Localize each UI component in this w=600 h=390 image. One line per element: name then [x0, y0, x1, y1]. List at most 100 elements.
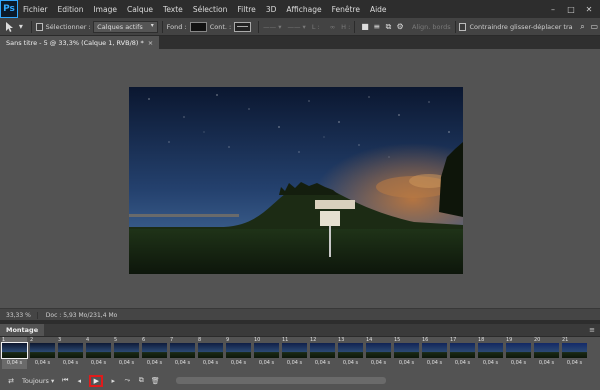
- frame-delay[interactable]: 0,04 s: [315, 360, 330, 366]
- menu-texte[interactable]: Texte: [158, 5, 188, 14]
- menu-calque[interactable]: Calque: [122, 5, 158, 14]
- auto-select-checkbox[interactable]: [35, 22, 43, 31]
- menu-aide[interactable]: Aide: [365, 5, 392, 14]
- timeline-frame[interactable]: 5 0,04 s: [114, 337, 139, 369]
- minimize-icon[interactable]: –: [546, 3, 560, 15]
- frame-delay[interactable]: 0,04 s: [539, 360, 554, 366]
- height-field[interactable]: H :: [341, 23, 350, 31]
- frame-delay[interactable]: 0,04 s: [427, 360, 442, 366]
- chevron-down-icon[interactable]: ▾: [15, 21, 27, 33]
- timeline-frame[interactable]: 2 0,04 s: [30, 337, 55, 369]
- frame-delay[interactable]: 0,04 s: [231, 360, 246, 366]
- document-tab-title: Sans titre - 5 @ 33,3% (Calque 1, RVB/8)…: [6, 38, 144, 47]
- timeline-panel-tab[interactable]: Montage: [0, 324, 45, 336]
- timeline-frame[interactable]: 6 0,04 s: [142, 337, 167, 369]
- frame-delay[interactable]: 0,04 s: [91, 360, 106, 366]
- frame-thumbnail: [254, 343, 279, 358]
- document-tab[interactable]: Sans titre - 5 @ 33,3% (Calque 1, RVB/8)…: [0, 36, 160, 49]
- timeline-frame[interactable]: 7 0,04 s: [170, 337, 195, 369]
- frame-delay[interactable]: 0,04 s: [371, 360, 386, 366]
- timeline-frame[interactable]: 4 0,04 s: [86, 337, 111, 369]
- stroke-width-field[interactable]: —— ▾: [263, 23, 281, 31]
- menu-selection[interactable]: Sélection: [188, 5, 233, 14]
- frame-delay[interactable]: 0,04 s: [147, 360, 162, 366]
- timeline-frame[interactable]: 3 0,04 s: [58, 337, 83, 369]
- frame-delay[interactable]: 0,04 s: [511, 360, 526, 366]
- timeline-frame[interactable]: 12 0,04 s: [310, 337, 335, 369]
- menu-fenetre[interactable]: Fenêtre: [327, 5, 365, 14]
- path-alignment-icon[interactable]: ≡: [371, 21, 383, 33]
- constrain-checkbox[interactable]: [459, 22, 467, 31]
- options-bar: ▾ Sélectionner : Calques actifs Fond : C…: [0, 18, 600, 36]
- zoom-level[interactable]: 33,33 %: [0, 311, 38, 319]
- canvas-area[interactable]: [0, 49, 600, 308]
- settings-gear-icon[interactable]: ⚙: [394, 21, 406, 33]
- frame-thumbnail: [506, 343, 531, 358]
- frame-delay[interactable]: 0,04 s: [287, 360, 302, 366]
- menu-image[interactable]: Image: [88, 5, 122, 14]
- timeline-frame[interactable]: 10 0,04 s: [254, 337, 279, 369]
- next-frame-icon[interactable]: ▸: [106, 374, 120, 388]
- frame-delay[interactable]: 0,04 s: [399, 360, 414, 366]
- duplicate-frame-icon[interactable]: ⧉: [134, 374, 148, 388]
- align-edges-option[interactable]: Align. bords: [412, 23, 451, 31]
- close-window-icon[interactable]: ✕: [582, 3, 596, 15]
- tween-icon[interactable]: ⤳: [120, 374, 134, 388]
- path-arrangement-icon[interactable]: ⧉: [383, 21, 395, 33]
- frame-delay[interactable]: 0,04 s: [175, 360, 190, 366]
- frame-delay[interactable]: 0,04 s: [259, 360, 274, 366]
- document-size-info[interactable]: Doc : 5,93 Mo/231,4 Mo: [38, 312, 118, 319]
- timeline-frame[interactable]: 1 0,04 s: [1, 337, 28, 369]
- fill-color-swatch[interactable]: [189, 21, 207, 32]
- first-frame-icon[interactable]: ⏮: [58, 374, 72, 388]
- convert-to-timeline-icon[interactable]: ⇄: [4, 374, 18, 388]
- move-tool-icon[interactable]: [3, 21, 15, 33]
- timeline-frame[interactable]: 13 0,04 s: [338, 337, 363, 369]
- stroke-type-dropdown[interactable]: —— ▾: [287, 23, 305, 31]
- search-icon[interactable]: ⌕: [577, 21, 589, 33]
- timeline-frame[interactable]: 19 0,04 s: [506, 337, 531, 369]
- menu-filtre[interactable]: Filtre: [232, 5, 260, 14]
- width-field[interactable]: L :: [312, 23, 320, 31]
- panel-menu-icon[interactable]: ≡: [589, 326, 595, 334]
- menu-3d[interactable]: 3D: [261, 5, 282, 14]
- frame-delay[interactable]: 0,04 s: [203, 360, 218, 366]
- delete-frame-icon[interactable]: 🗑: [148, 374, 162, 388]
- play-button[interactable]: ▶: [89, 374, 104, 387]
- frame-delay[interactable]: 0,04 s: [483, 360, 498, 366]
- timeline-frame[interactable]: 8 0,04 s: [198, 337, 223, 369]
- frame-strip: 1 0,04 s 2 0,04 s 3 0,04 s 4 0,04 s 5 0,04 s 6 0,04…: [0, 337, 600, 371]
- timeline-frame[interactable]: 16 0,04 s: [422, 337, 447, 369]
- previous-frame-icon[interactable]: ◂: [72, 374, 86, 388]
- timeline-frame[interactable]: 14 0,04 s: [366, 337, 391, 369]
- loop-options-dropdown[interactable]: Toujours ▾: [22, 377, 54, 385]
- link-icon[interactable]: ∞: [330, 23, 335, 31]
- frame-delay[interactable]: 0,04 s: [7, 360, 22, 366]
- frame-delay[interactable]: 0,04 s: [455, 360, 470, 366]
- select-layers-dropdown[interactable]: Calques actifs: [93, 20, 158, 33]
- frame-thumbnail: [562, 343, 587, 358]
- timeline-frame[interactable]: 20 0,04 s: [534, 337, 559, 369]
- menu-edition[interactable]: Edition: [53, 5, 89, 14]
- timeline-frame[interactable]: 17 0,04 s: [450, 337, 475, 369]
- frame-thumbnail: [534, 343, 559, 358]
- path-operations-icon[interactable]: ■: [359, 21, 371, 33]
- frame-delay[interactable]: 0,04 s: [119, 360, 134, 366]
- menu-affichage[interactable]: Affichage: [281, 5, 326, 14]
- timeline-scrollbar[interactable]: [176, 377, 387, 384]
- timeline-frame[interactable]: 11 0,04 s: [282, 337, 307, 369]
- timeline-frame[interactable]: 15 0,04 s: [394, 337, 419, 369]
- menu-fichier[interactable]: Fichier: [18, 5, 53, 14]
- frame-delay[interactable]: 0,04 s: [35, 360, 50, 366]
- frame-delay[interactable]: 0,04 s: [63, 360, 78, 366]
- frame-delay[interactable]: 0,04 s: [567, 360, 582, 366]
- stroke-color-swatch[interactable]: [234, 21, 252, 32]
- maximize-icon[interactable]: □: [564, 3, 578, 15]
- frame-delay[interactable]: 0,04 s: [343, 360, 358, 366]
- timeline-frame[interactable]: 18 0,04 s: [478, 337, 503, 369]
- timeline-frame[interactable]: 21 0,04 s: [562, 337, 587, 369]
- workspace-icon[interactable]: ▭: [588, 21, 600, 33]
- timeline-frame[interactable]: 9 0,04 s: [226, 337, 251, 369]
- frame-thumbnail: [170, 343, 195, 358]
- close-tab-icon[interactable]: ×: [148, 39, 153, 47]
